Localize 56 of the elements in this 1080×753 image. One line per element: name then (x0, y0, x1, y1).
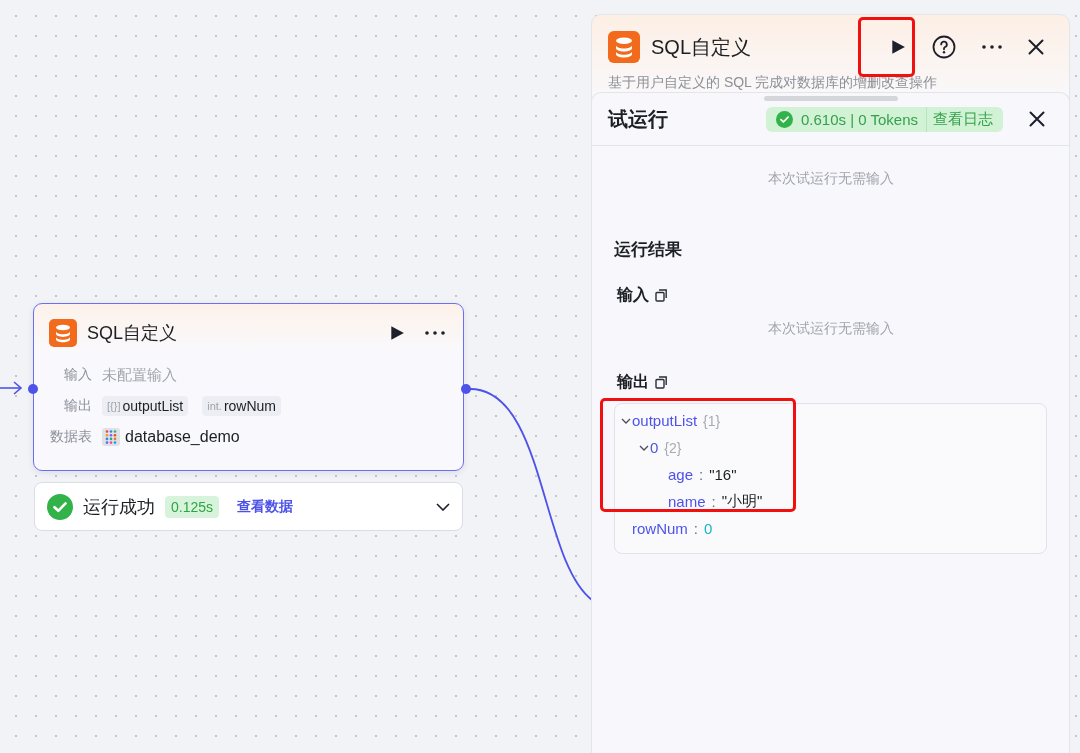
copy-icon[interactable] (655, 376, 668, 389)
more-icon[interactable] (425, 331, 445, 335)
section-label: 输出 (617, 372, 649, 392)
copy-icon[interactable] (655, 289, 668, 302)
duration-tag: 0.125s (165, 495, 220, 518)
empty-input-note: 本次试运行无需输入 (766, 170, 895, 188)
table-name: database_demo (125, 428, 240, 446)
run-metrics: 0.610s | 0 Tokens (800, 110, 918, 128)
database-icon (608, 31, 640, 63)
field-label: 输出 (63, 397, 92, 415)
database-icon (49, 319, 77, 347)
panel-title: 试运行 (608, 106, 669, 132)
tree-value: "小明" (721, 492, 763, 511)
tree-value: 0 (704, 520, 713, 537)
field-value: 未配置输入 (102, 365, 177, 385)
separator: : (699, 466, 704, 483)
help-icon[interactable] (932, 35, 956, 59)
empty-input-note: 本次试运行无需输入 (766, 320, 895, 338)
item-count: {1} (703, 412, 721, 429)
chevron-icon[interactable] (436, 502, 450, 511)
section-label: 输入 (617, 285, 649, 305)
chevron-icon[interactable] (638, 443, 650, 452)
tree-key: age (668, 466, 694, 483)
connector-arrow (0, 381, 23, 395)
output-tag: int.rowNum (202, 396, 281, 416)
success-icon (47, 493, 73, 520)
field-label: 数据表 (49, 428, 92, 446)
view-log-link[interactable]: 查看日志 (926, 106, 1003, 132)
section-heading: 运行结果 (614, 239, 683, 261)
table-icon (102, 428, 120, 446)
item-count: {2} (664, 439, 682, 456)
node-card[interactable]: SQL自定义 输入 未配置输入 输出 [{}]outputList int.rowNum 数据表 database_demo (33, 303, 464, 471)
field-label: 输入 (63, 366, 92, 384)
separator: : (711, 493, 716, 510)
status-text: 运行成功 (83, 495, 155, 519)
more-icon[interactable] (982, 45, 1002, 49)
close-icon[interactable] (1029, 111, 1045, 127)
tree-key[interactable]: 0 (650, 439, 659, 456)
annotation-box (858, 17, 915, 77)
separator: : (693, 520, 698, 537)
close-icon[interactable] (1028, 39, 1044, 55)
play-icon[interactable] (890, 39, 906, 55)
tree-value: "16" (709, 466, 737, 483)
output-tag: [{}]outputList (102, 396, 189, 416)
tree-key[interactable]: outputList (632, 412, 698, 429)
drag-handle[interactable] (764, 96, 898, 101)
port-dot[interactable] (28, 384, 38, 394)
port-dot[interactable] (461, 384, 471, 394)
chevron-icon[interactable] (620, 416, 632, 425)
success-icon (775, 110, 793, 128)
node-title: SQL自定义 (87, 322, 179, 345)
play-icon[interactable] (389, 325, 405, 341)
view-data-link[interactable]: 查看数据 (237, 497, 426, 516)
tree-key: name (668, 493, 706, 510)
tree-key: rowNum (632, 520, 688, 537)
panel-title: SQL自定义 (651, 34, 753, 60)
